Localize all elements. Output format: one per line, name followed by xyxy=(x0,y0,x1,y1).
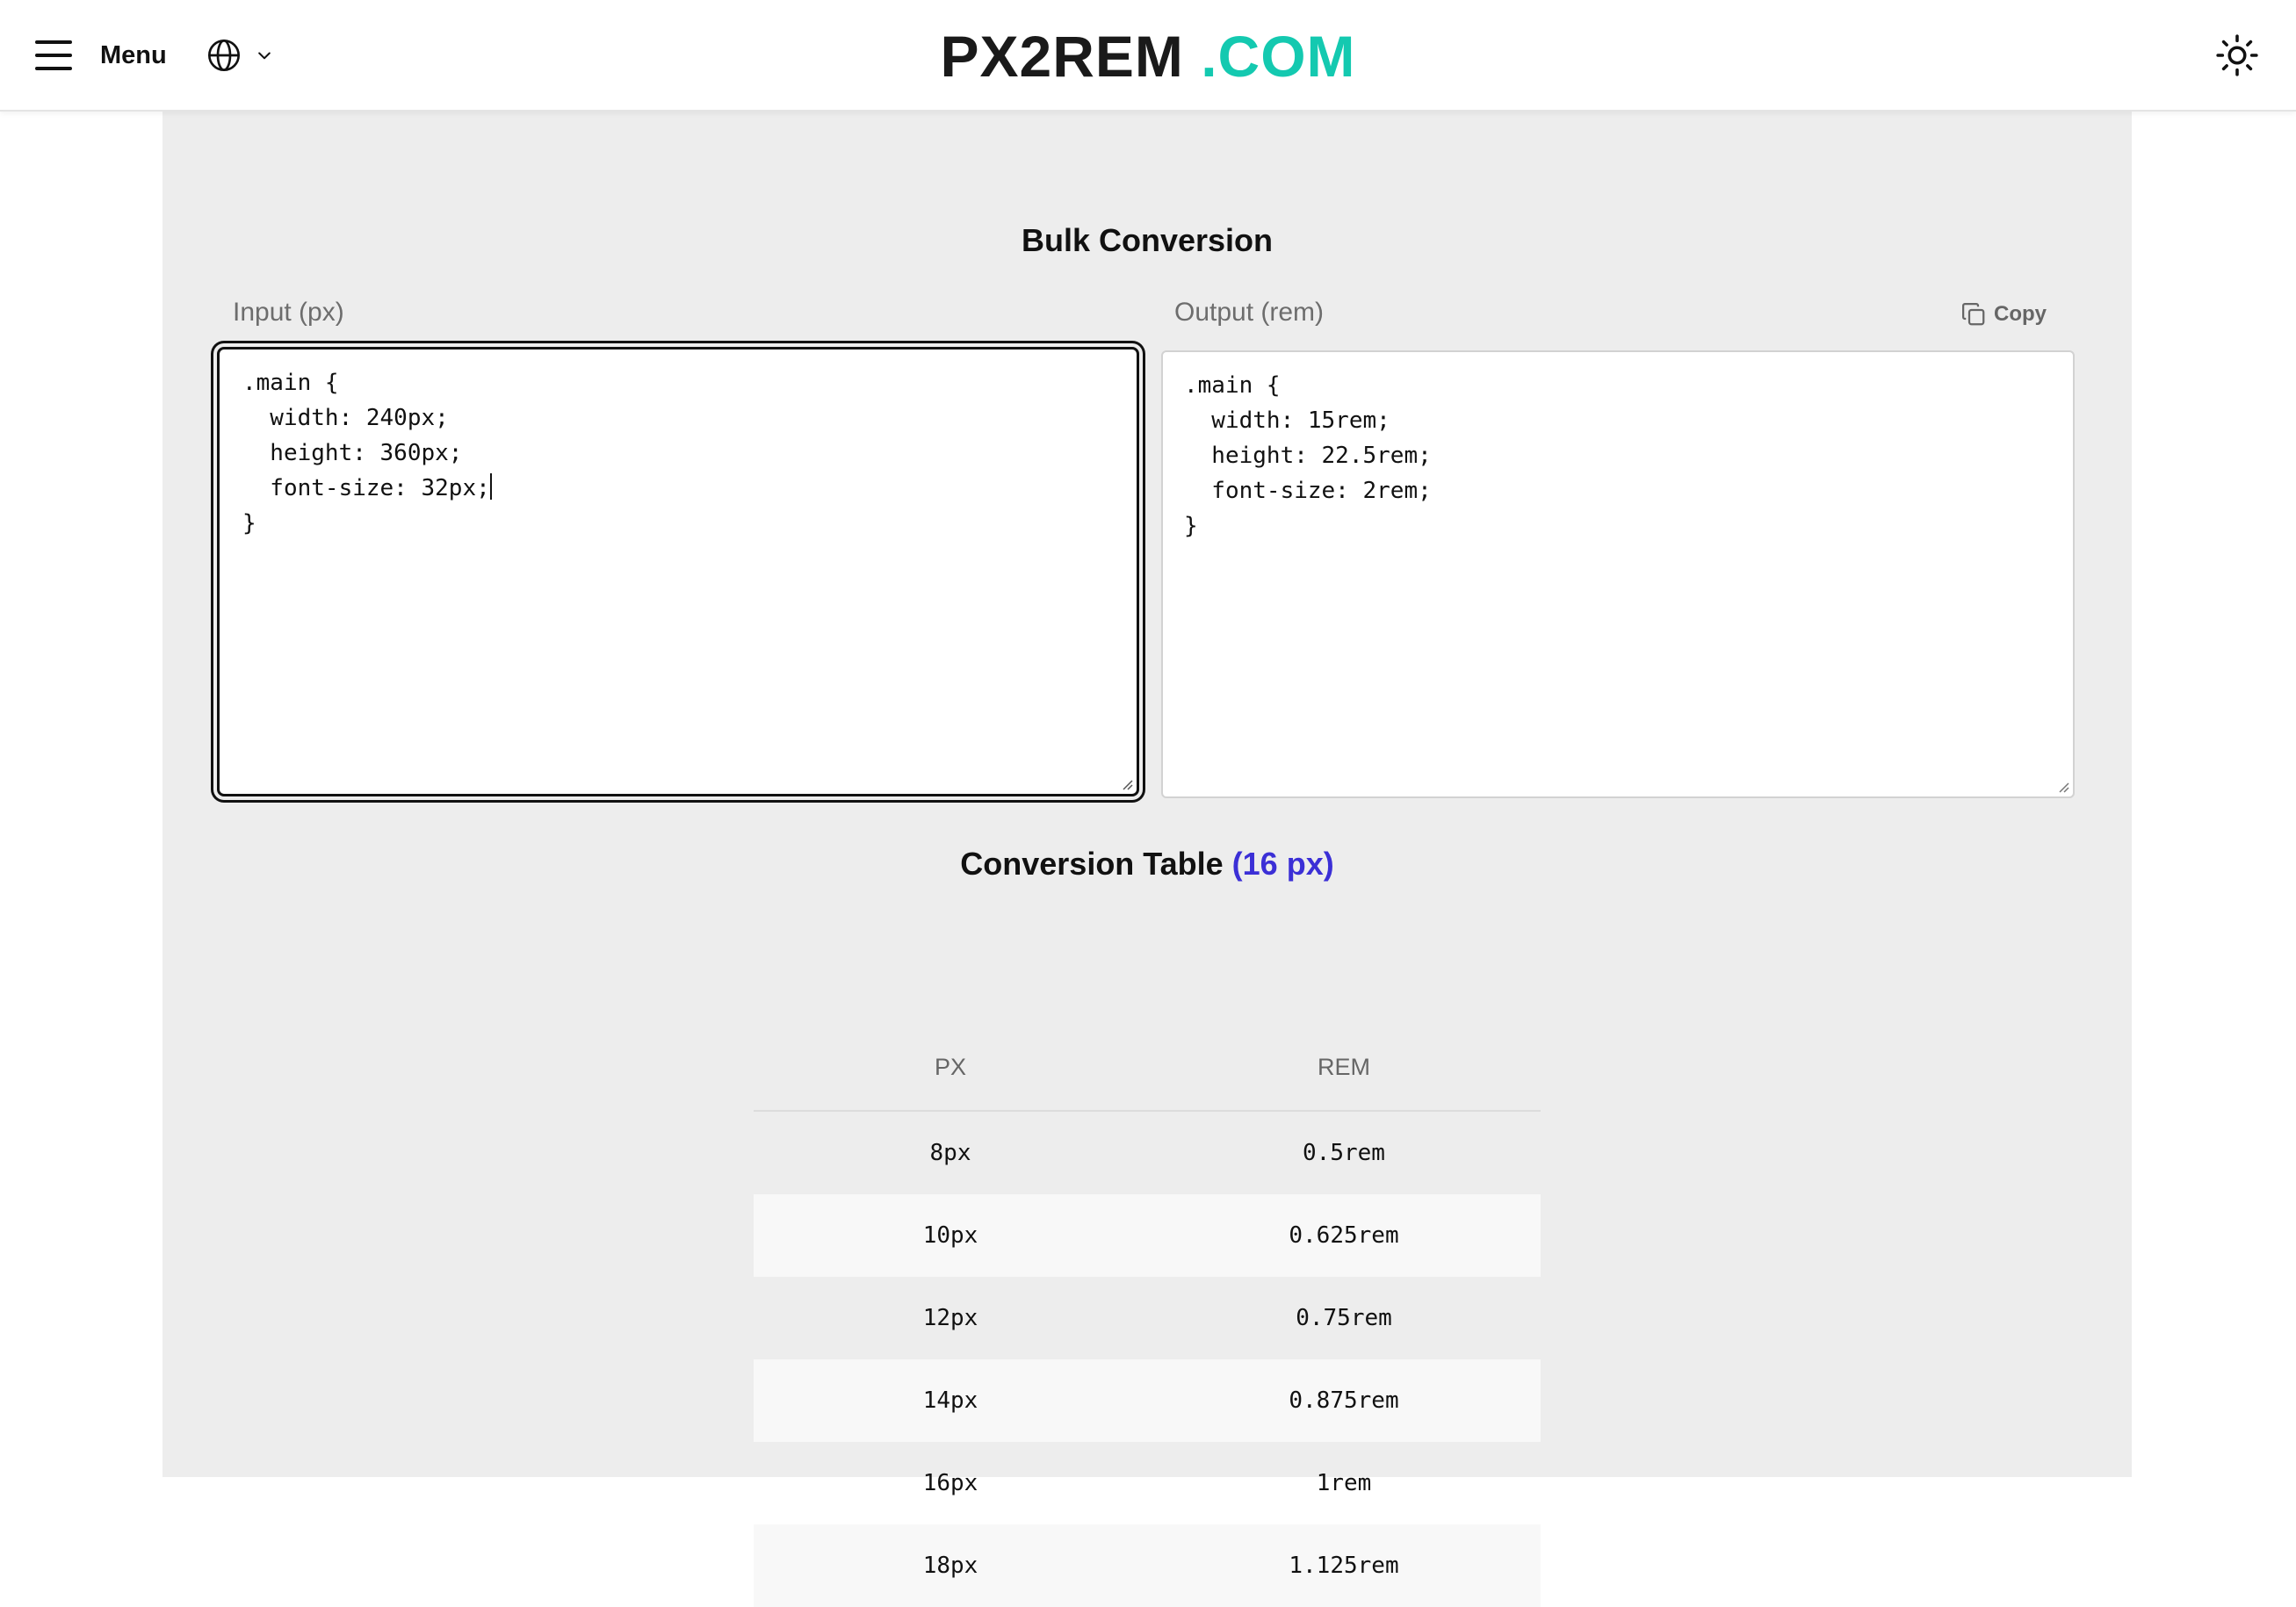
table-row: 10px 0.625rem xyxy=(754,1194,1541,1277)
px-cell: 12px xyxy=(922,1305,978,1331)
rem-output-textarea[interactable]: .main { width: 15rem; height: 22.5rem; f… xyxy=(1161,350,2075,798)
table-row: 14px 0.875rem xyxy=(754,1359,1541,1442)
rem-cell: 1.125rem xyxy=(1147,1524,1541,1607)
theme-toggle-button[interactable] xyxy=(2215,33,2259,77)
input-label: Input (px) xyxy=(233,298,344,327)
px-cell: 10px xyxy=(754,1194,1147,1277)
column-header-rem: REM xyxy=(1147,1025,1541,1112)
output-label: Output (rem) xyxy=(1174,298,1325,327)
sun-icon xyxy=(2216,34,2258,76)
resize-handle-icon[interactable] xyxy=(2055,779,2069,793)
copy-button[interactable]: Copy xyxy=(1960,299,2047,329)
text-caret xyxy=(489,473,492,500)
column-header-px: PX xyxy=(754,1025,1147,1112)
rem-cell: 0.75rem xyxy=(1296,1305,1392,1331)
copy-label: Copy xyxy=(1994,302,2047,326)
table-row: 12px 0.75rem xyxy=(754,1277,1541,1359)
px-cell: 16px xyxy=(922,1470,978,1496)
conversion-table: PX REM 8px 0.5rem 10px 0.625rem 12px 0.7… xyxy=(754,1025,1541,1607)
rem-cell: 0.875rem xyxy=(1147,1359,1541,1442)
logo-main: PX2REM xyxy=(940,24,1184,89)
rem-cell: 1rem xyxy=(1316,1470,1372,1496)
px-input-text-end: } xyxy=(242,510,256,537)
px-input-text: .main { width: 240px; height: 360px; fon… xyxy=(242,370,490,501)
rem-cell: 0.5rem xyxy=(1303,1140,1385,1166)
rem-output-text: .main { width: 15rem; height: 22.5rem; f… xyxy=(1184,372,1432,539)
resize-handle-icon[interactable] xyxy=(1119,776,1133,790)
site-logo[interactable]: PX2REM .COM xyxy=(0,19,2296,93)
base-size-label: (16 px) xyxy=(1231,846,1334,882)
px-cell: 8px xyxy=(929,1140,971,1166)
copy-icon xyxy=(1962,303,1985,326)
table-header-row: PX REM xyxy=(754,1025,1541,1112)
conversion-table-title: Conversion Table (16 px) xyxy=(162,846,2132,883)
site-header: Menu PX2REM .COM xyxy=(0,0,2296,112)
converter-panel: Bulk Conversion Input (px) Output (rem) … xyxy=(162,112,2132,1607)
px-cell: 18px xyxy=(754,1524,1147,1607)
rem-cell: 0.625rem xyxy=(1147,1194,1541,1277)
table-row: 18px 1.125rem xyxy=(754,1524,1541,1607)
logo-tld: .COM xyxy=(1201,24,1356,89)
px-input-textarea[interactable]: .main { width: 240px; height: 360px; fon… xyxy=(217,347,1139,796)
bulk-conversion-title: Bulk Conversion xyxy=(1021,222,1274,258)
px-cell: 14px xyxy=(754,1359,1147,1442)
conversion-table-heading: Conversion Table xyxy=(960,846,1224,882)
table-row: 8px 0.5rem xyxy=(754,1111,1541,1194)
table-row: 16px 1rem xyxy=(754,1442,1541,1524)
